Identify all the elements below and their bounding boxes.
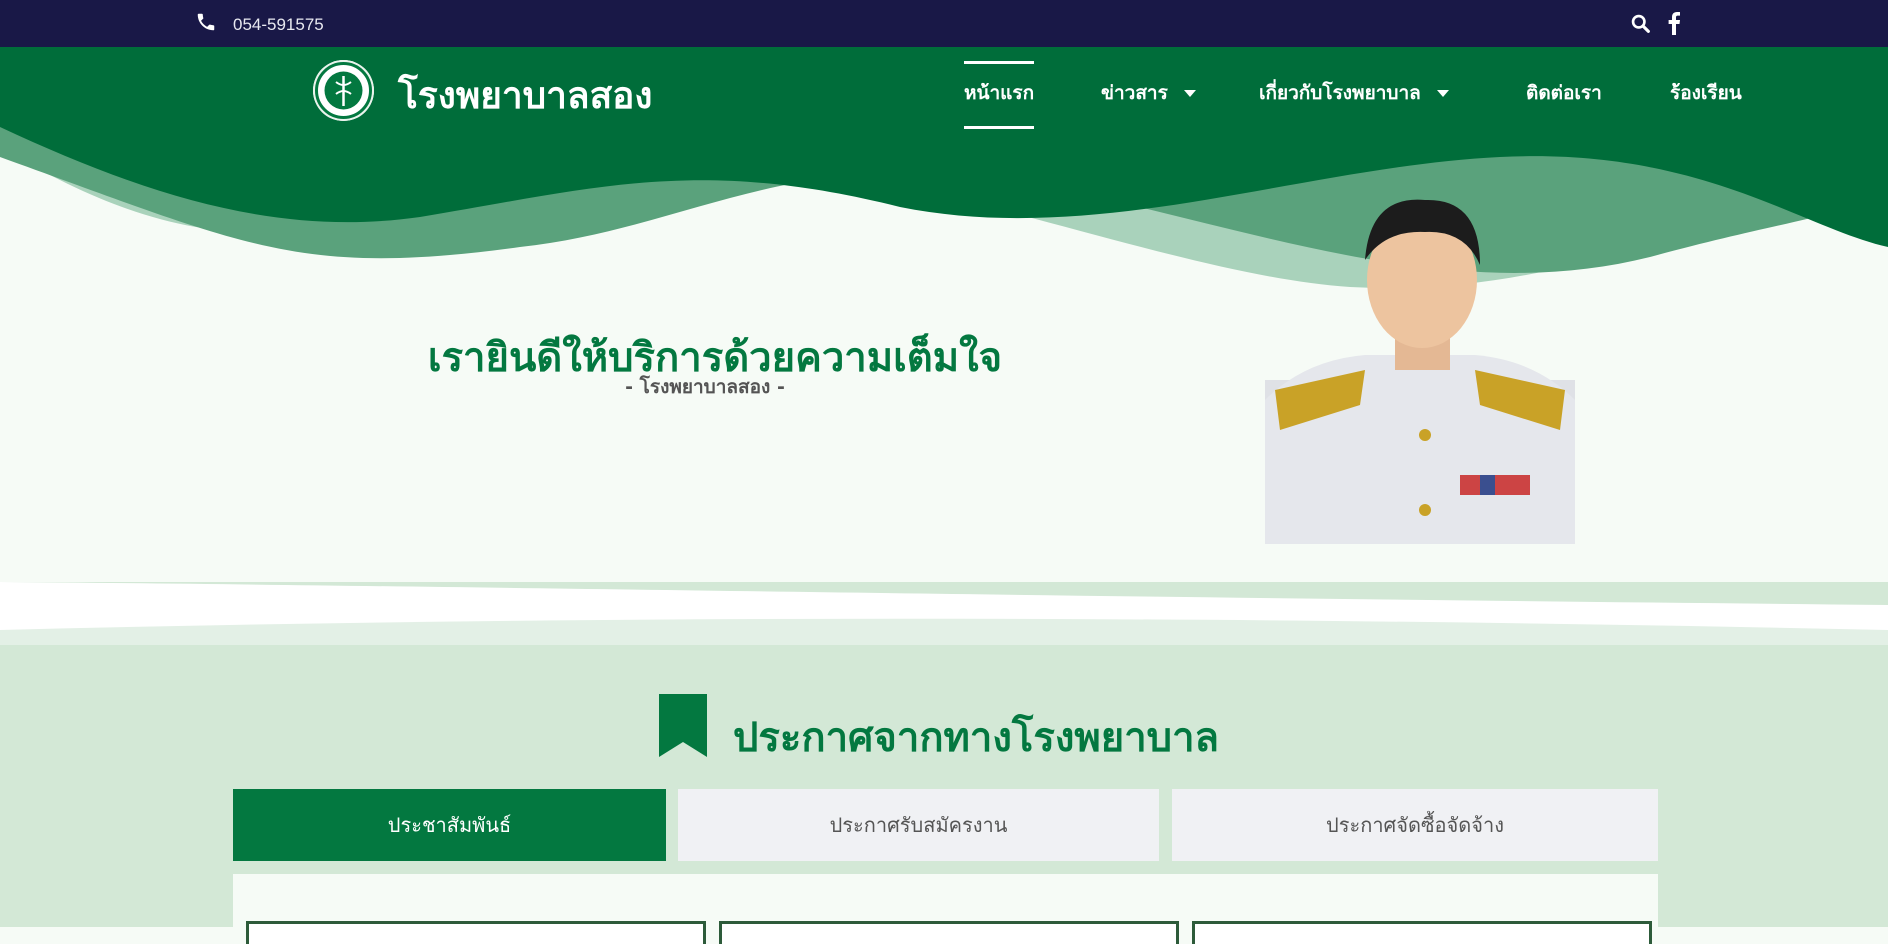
nav-news[interactable]: ข่าวสาร bbox=[1101, 78, 1197, 108]
search-icon[interactable] bbox=[1630, 13, 1651, 38]
caret-down-icon bbox=[1184, 90, 1197, 97]
news-card[interactable] bbox=[246, 921, 706, 944]
phone-number: 054-591575 bbox=[233, 14, 324, 34]
tab-procurement[interactable]: ประกาศจัดซื้อจัดจ้าง bbox=[1172, 789, 1658, 861]
facebook-icon[interactable] bbox=[1667, 11, 1681, 39]
tab-job-announcements[interactable]: ประกาศรับสมัครงาน bbox=[678, 789, 1159, 861]
nav-about-label: เกี่ยวกับโรงพยาบาล bbox=[1259, 82, 1421, 104]
tab-public-relations[interactable]: ประชาสัมพันธ์ bbox=[233, 789, 666, 861]
nav-home[interactable]: หน้าแรก bbox=[964, 61, 1035, 129]
director-portrait bbox=[1265, 199, 1575, 544]
section-divider-wave bbox=[0, 582, 1888, 645]
site-title[interactable]: โรงพยาบาลสอง bbox=[398, 66, 652, 125]
nav-about[interactable]: เกี่ยวกับโรงพยาบาล bbox=[1259, 78, 1450, 108]
nav-news-label: ข่าวสาร bbox=[1101, 82, 1168, 104]
hero-subtitle: - โรงพยาบาลสอง - bbox=[625, 376, 785, 398]
hospital-logo[interactable] bbox=[313, 60, 374, 121]
phone-icon bbox=[195, 11, 217, 38]
header-wave-background bbox=[0, 47, 1888, 288]
announcement-title: ประกาศจากทางโรงพยาบาล bbox=[733, 715, 1220, 761]
top-bar: 054-591575 bbox=[0, 0, 1888, 47]
bookmark-icon bbox=[659, 694, 707, 757]
news-card[interactable] bbox=[719, 921, 1179, 944]
caret-down-icon bbox=[1437, 90, 1450, 97]
news-card[interactable] bbox=[1192, 921, 1652, 944]
nav-complaint[interactable]: ร้องเรียน bbox=[1670, 78, 1742, 108]
phone-contact[interactable]: 054-591575 bbox=[195, 11, 324, 38]
nav-contact[interactable]: ติดต่อเรา bbox=[1526, 78, 1602, 108]
